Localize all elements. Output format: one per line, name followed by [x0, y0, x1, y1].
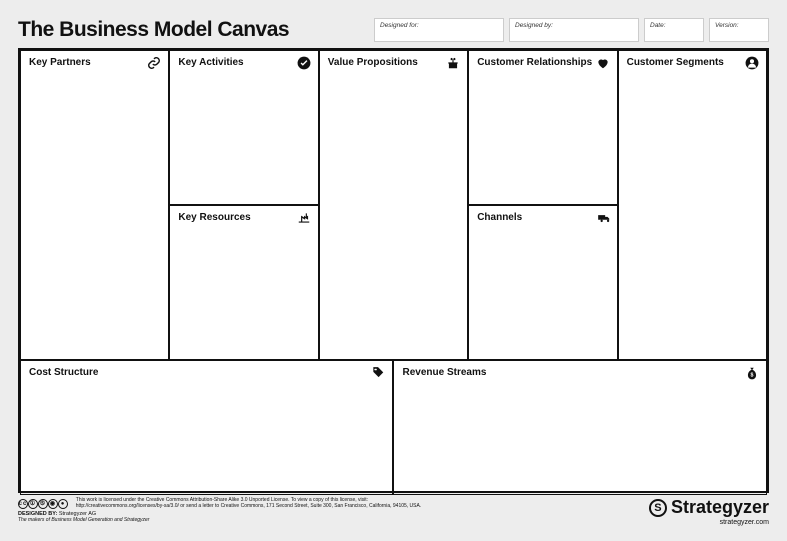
- block-label: Customer Segments: [627, 57, 758, 68]
- footer: cc①⑤◉● This work is licensed under the C…: [0, 493, 787, 526]
- logo-icon: S: [649, 499, 667, 517]
- key-activities-block[interactable]: Key Activities: [169, 50, 318, 205]
- customer-relationships-block[interactable]: Customer Relationships: [468, 50, 617, 205]
- brand-name: Strategyzer: [671, 497, 769, 518]
- meta-fields: Designed for: Designed by: Date: Version…: [374, 18, 769, 42]
- block-label: Key Resources: [178, 212, 309, 223]
- business-model-canvas: Key Partners Key Activities Key Resource…: [18, 48, 769, 493]
- value-propositions-block[interactable]: Value Propositions: [319, 50, 468, 360]
- block-label: Value Propositions: [328, 57, 459, 68]
- cost-structure-block[interactable]: Cost Structure: [20, 360, 393, 495]
- customer-segments-block[interactable]: Customer Segments: [618, 50, 767, 360]
- revenue-streams-block[interactable]: Revenue Streams $: [393, 360, 767, 495]
- key-partners-block[interactable]: Key Partners: [20, 50, 169, 360]
- website-url: strategyzer.com: [649, 519, 769, 526]
- block-label: Revenue Streams: [402, 367, 758, 378]
- version-field[interactable]: Version:: [709, 18, 769, 42]
- person-icon: [745, 56, 759, 70]
- gift-icon: [446, 56, 460, 70]
- page-title: The Business Model Canvas: [18, 18, 364, 42]
- block-label: Cost Structure: [29, 367, 384, 378]
- heart-icon: [596, 56, 610, 70]
- factory-icon: [297, 211, 311, 225]
- strategyzer-logo: S Strategyzer: [649, 497, 769, 518]
- block-label: Key Activities: [178, 57, 309, 68]
- block-label: Key Partners: [29, 57, 160, 68]
- license-text: This work is licensed under the Creative…: [76, 497, 421, 509]
- key-resources-block[interactable]: Key Resources: [169, 205, 318, 360]
- moneybag-icon: $: [745, 366, 759, 380]
- designed-for-field[interactable]: Designed for:: [374, 18, 504, 42]
- svg-text:$: $: [751, 373, 754, 379]
- truck-icon: [596, 211, 610, 225]
- block-label: Channels: [477, 212, 608, 223]
- checkmark-icon: [297, 56, 311, 70]
- date-field[interactable]: Date:: [644, 18, 704, 42]
- channels-block[interactable]: Channels: [468, 205, 617, 360]
- tag-icon: [371, 366, 385, 380]
- link-icon: [147, 56, 161, 70]
- block-label: Customer Relationships: [477, 57, 608, 68]
- tagline: The makers of Business Model Generation …: [18, 517, 421, 523]
- designed-by-field[interactable]: Designed by:: [509, 18, 639, 42]
- header: The Business Model Canvas Designed for: …: [18, 18, 769, 42]
- cc-license-icons: cc①⑤◉●: [18, 497, 72, 508]
